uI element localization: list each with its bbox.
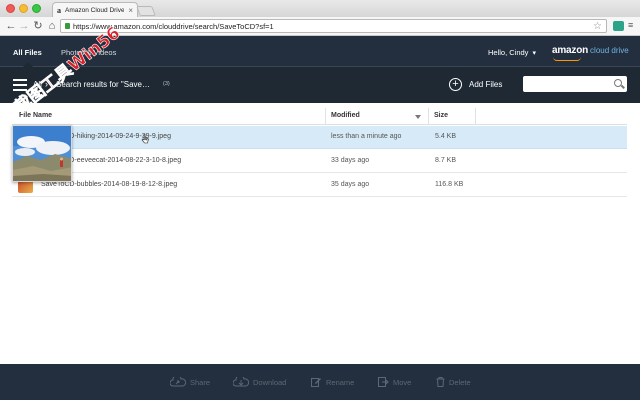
forward-arrow-icon[interactable]: →	[17, 19, 31, 33]
logo-word: amazon	[552, 45, 589, 56]
address-bar[interactable]: https://www.amazon.com/clouddrive/search…	[60, 19, 607, 33]
action-bar: All › Search results for "Save… (3) + Ad…	[0, 67, 640, 103]
browser-tab[interactable]: a Amazon Cloud Drive ×	[52, 2, 138, 17]
column-divider	[475, 108, 476, 125]
tab-close-icon[interactable]: ×	[128, 6, 133, 15]
add-files-button[interactable]: Add Files	[469, 80, 502, 89]
column-divider	[325, 108, 326, 125]
search-icon[interactable]	[614, 79, 622, 87]
table-header: File Name Modified Size	[12, 108, 627, 125]
browser-menu-icon[interactable]: ≡	[628, 21, 636, 30]
account-menu[interactable]: Hello, Cindy ▾	[488, 48, 536, 57]
rename-button[interactable]: Rename	[311, 377, 354, 387]
result-count: (3)	[163, 81, 170, 87]
chevron-down-icon: ▾	[532, 49, 536, 57]
download-label: Download	[253, 377, 287, 387]
hiking-photo	[13, 126, 71, 181]
file-name[interactable]: SaveToCD-bubbles-2014-08-19-8-12-8.jpeg	[41, 181, 177, 188]
search-input[interactable]	[523, 76, 627, 92]
add-files-icon[interactable]: +	[449, 78, 462, 91]
tab-photos-videos[interactable]: Photos & Videos	[61, 48, 116, 57]
amazon-cloud-drive-logo[interactable]: amazon cloud drive	[552, 45, 629, 56]
bookmark-star-icon[interactable]: ☆	[593, 21, 602, 32]
file-size: 116.8 KB	[435, 181, 464, 188]
breadcrumb[interactable]: All	[33, 80, 42, 89]
minimize-window-button[interactable]	[19, 4, 28, 13]
reload-icon[interactable]: ↻	[31, 19, 45, 33]
bottom-action-bar: Share Download Rename Move Delete	[0, 364, 640, 400]
share-button[interactable]: Share	[170, 377, 210, 387]
share-label: Share	[190, 377, 211, 387]
drag-preview-image	[12, 125, 72, 182]
file-modified: 33 days ago	[331, 157, 370, 164]
browser-tabstrip: a Amazon Cloud Drive ×	[0, 0, 640, 17]
back-arrow-icon[interactable]: ←	[4, 19, 18, 33]
move-button[interactable]: Move	[378, 377, 411, 387]
pencil-edit-icon	[311, 378, 321, 387]
trash-icon	[436, 377, 445, 387]
greeting-text: Hello, Cindy	[488, 48, 529, 57]
download-button[interactable]: Download	[233, 377, 286, 387]
column-divider	[428, 108, 429, 125]
browser-toolbar: ← → ↻ ⌂ https://www.amazon.com/clouddriv…	[0, 17, 640, 36]
tab-title: Amazon Cloud Drive	[65, 6, 125, 14]
move-label: Move	[393, 377, 412, 387]
home-icon[interactable]: ⌂	[45, 19, 59, 33]
file-modified: 35 days ago	[331, 181, 370, 188]
file-size: 8.7 KB	[435, 157, 457, 164]
extension-icon[interactable]	[613, 21, 624, 31]
column-size[interactable]: Size	[434, 112, 448, 119]
rename-label: Rename	[326, 377, 355, 387]
logo-product: cloud drive	[590, 46, 629, 55]
column-modified[interactable]: Modified	[331, 112, 360, 119]
maximize-window-button[interactable]	[32, 4, 41, 13]
app-header: All Files Photos & Videos Hello, Cindy ▾…	[0, 36, 640, 67]
amazon-smile-icon	[553, 57, 581, 61]
hamburger-menu-icon[interactable]	[13, 79, 27, 91]
column-file-name[interactable]: File Name	[19, 112, 52, 119]
amazon-favicon-icon: a	[57, 5, 61, 15]
new-tab-button[interactable]	[136, 6, 156, 16]
breadcrumb-separator-icon: ›	[45, 79, 48, 89]
table-row[interactable]: SaveToCD-hiking-2014-09-24-9-39-9.jpeg l…	[12, 126, 627, 149]
cloud-download-icon	[233, 377, 249, 387]
table-row[interactable]: SaveToCD-bubbles-2014-08-19-8-12-8.jpeg …	[12, 174, 627, 197]
delete-label: Delete	[449, 377, 471, 387]
search-results-title: Search results for "Save…	[56, 80, 150, 89]
delete-button[interactable]: Delete	[436, 377, 471, 387]
file-modified: less than a minute ago	[331, 133, 402, 140]
lock-icon	[65, 23, 70, 29]
table-row[interactable]: SaveToCD-eeveecat-2014-08-22-3-10-8.jpeg…	[12, 150, 627, 173]
sort-descending-icon[interactable]	[415, 115, 421, 119]
cloud-share-icon	[170, 377, 186, 387]
file-size: 5.4 KB	[435, 133, 457, 140]
mouse-cursor-icon	[141, 134, 149, 144]
url-text[interactable]: https://www.amazon.com/clouddrive/search…	[73, 22, 590, 31]
tab-all-files[interactable]: All Files	[13, 48, 42, 57]
move-arrow-icon	[378, 377, 389, 387]
close-window-button[interactable]	[6, 4, 15, 13]
